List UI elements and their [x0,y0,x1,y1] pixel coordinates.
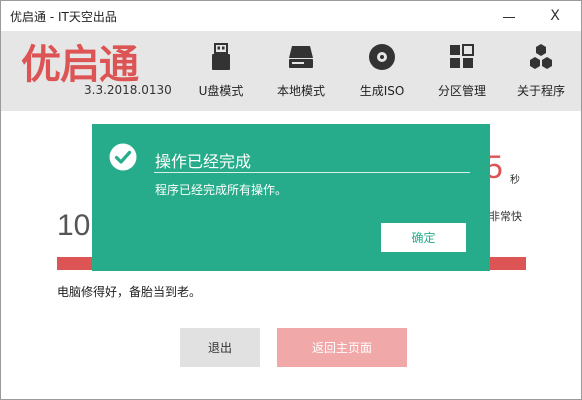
check-circle-icon [109,143,137,171]
progress-number: 10 [57,209,91,242]
slogan-text: 电脑修得好，备胎当到老。 [57,285,202,299]
tool-partition-manager-label: 分区管理 [437,84,486,98]
dialog-ok-button[interactable]: 确定 [381,223,466,252]
completion-dialog: 操作已经完成 程序已经完成所有操作。 确定 [92,124,490,271]
app-logo: 优启通 [21,42,139,88]
tool-local-mode[interactable]: 本地模式 [261,31,341,111]
version-label: 3.3.2018.0130 [84,83,172,97]
dialog-message: 程序已经完成所有操作。 [155,183,288,197]
exit-button[interactable]: 退出 [180,328,260,367]
usb-drive-icon [212,43,230,70]
tool-about-label: 关于程序 [516,84,565,98]
toolbar: 优启通 3.3.2018.0130 U盘模式 本地模式 生成ISO 分区管理 关… [1,31,581,111]
minimize-button[interactable] [489,1,529,31]
tool-usb-mode[interactable]: U盘模式 [181,31,261,111]
dialog-divider [154,172,470,173]
disc-icon [369,44,395,70]
close-icon: X [550,8,560,24]
hard-disk-icon [289,46,313,68]
dialog-title: 操作已经完成 [155,152,252,171]
seconds-unit: 秒 [510,175,520,186]
partition-grid-icon [450,44,474,68]
speed-text: 非常快 [489,210,522,223]
app-window: 优启通 - IT天空出品 X 优启通 3.3.2018.0130 U盘模式 本地… [0,0,582,400]
tool-usb-mode-label: U盘模式 [198,84,244,98]
window-title: 优启通 - IT天空出品 [10,10,117,24]
close-button[interactable]: X [535,1,575,31]
return-home-button[interactable]: 返回主页面 [277,328,407,367]
minimize-icon [503,16,515,18]
hexagons-icon [530,44,552,69]
tool-make-iso-label: 生成ISO [359,84,405,98]
tool-partition-manager[interactable]: 分区管理 [422,31,502,111]
title-bar: 优启通 - IT天空出品 X [1,1,581,31]
tool-local-mode-label: 本地模式 [276,84,325,98]
tool-about[interactable]: 关于程序 [501,31,581,111]
tool-make-iso[interactable]: 生成ISO [342,31,422,111]
